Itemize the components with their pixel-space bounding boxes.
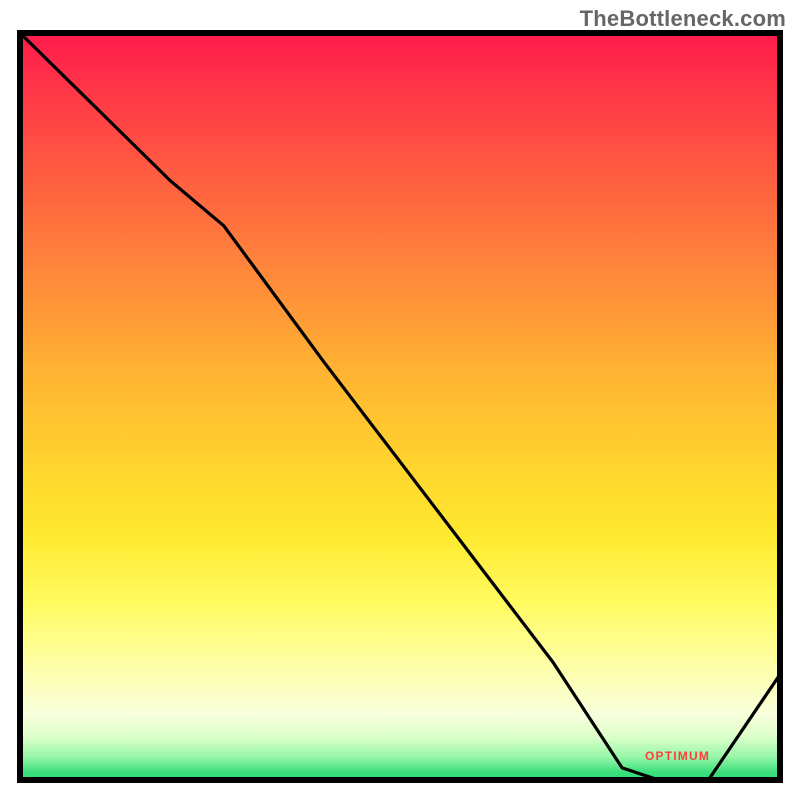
plot-area: OPTIMUM xyxy=(17,30,783,783)
watermark-text: TheBottleneck.com xyxy=(580,6,786,32)
chart-container: TheBottleneck.com OPTIMUM xyxy=(0,0,800,800)
optimum-label: OPTIMUM xyxy=(645,749,710,763)
gradient-background xyxy=(17,30,783,783)
